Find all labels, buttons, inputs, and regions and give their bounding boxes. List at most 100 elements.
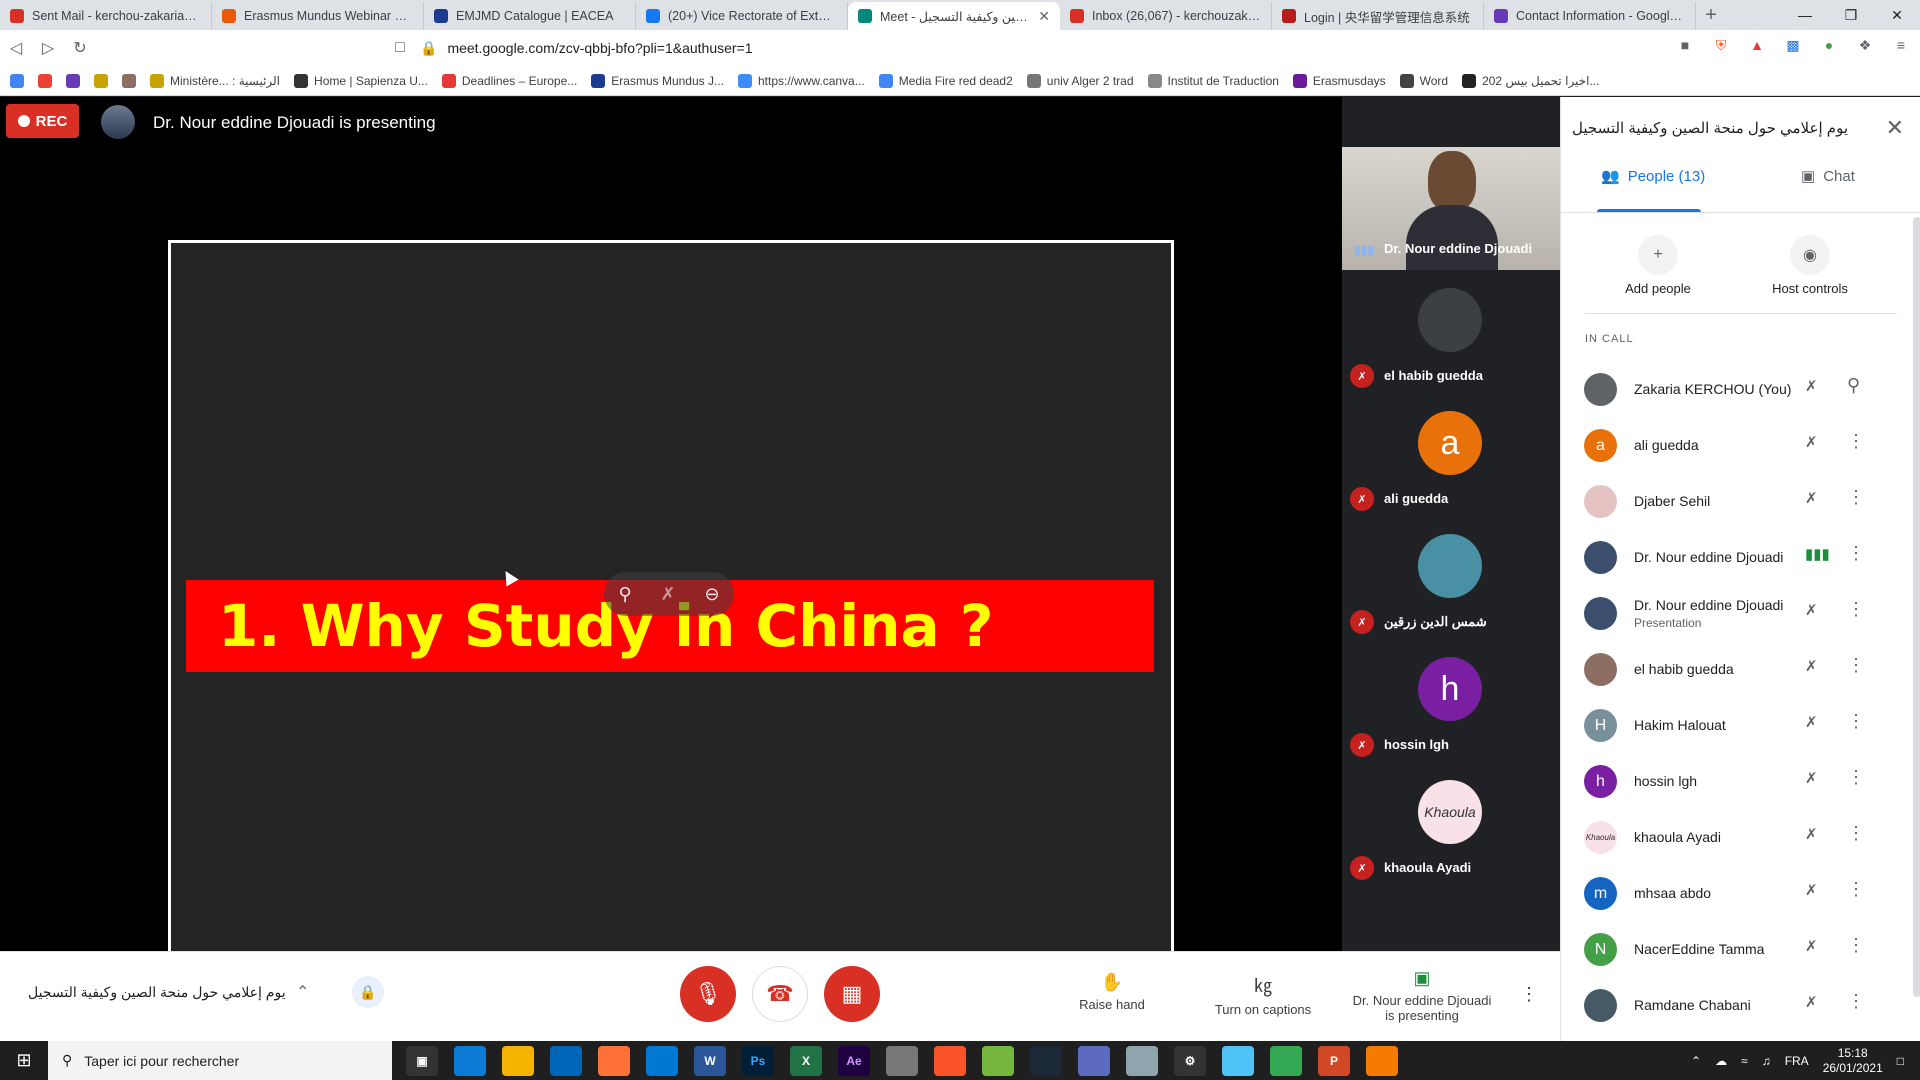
close-icon[interactable]: ✕ xyxy=(1886,115,1904,141)
google-icon[interactable] xyxy=(10,73,24,88)
participant-row[interactable]: Ramdane Chabani ✗ ⋮ xyxy=(1561,977,1891,1033)
bookmark-icon[interactable]: □ xyxy=(384,32,416,64)
camera-blocked-icon[interactable]: ■ xyxy=(1674,34,1696,56)
address-bar[interactable]: 🔒 meet.google.com/zcv-qbbj-bfo?pli=1&aut… xyxy=(420,34,1492,62)
app5-icon[interactable] xyxy=(1366,1045,1398,1076)
mic-muted-icon[interactable]: ✗ xyxy=(1805,937,1818,955)
utorrent-icon[interactable] xyxy=(982,1045,1014,1076)
browser-tab[interactable]: Sent Mail - kerchou-zakaria@uni xyxy=(0,2,212,30)
browser-tab[interactable]: (20+) Vice Rectorate of External R xyxy=(636,2,848,30)
more-vert-icon[interactable]: ⋮ xyxy=(1847,431,1865,452)
tab-people[interactable]: 👥 People (13) xyxy=(1601,167,1705,186)
more-vert-icon[interactable]: ⋮ xyxy=(1847,487,1865,508)
more-vert-icon[interactable]: ⋮ xyxy=(1847,879,1865,900)
raise-hand-button[interactable]: ✋ Raise hand xyxy=(1042,972,1182,1012)
more-vert-icon[interactable]: ⋮ xyxy=(1847,823,1865,844)
remove-icon[interactable]: ⊖ xyxy=(704,584,719,605)
photoshop-icon[interactable]: Ps xyxy=(742,1045,774,1076)
mic-muted-icon[interactable]: ✗ xyxy=(1805,377,1818,395)
browser-tab[interactable]: Meet - يوم إعلامي حول منحة الصين وكيفية … xyxy=(848,2,1060,30)
presenting-button[interactable]: ▣ Dr. Nour eddine Djouadi is presenting xyxy=(1352,968,1492,1023)
participant-row[interactable]: Djaber Sehil ✗ ⋮ xyxy=(1561,473,1891,529)
notifications-icon[interactable]: □ xyxy=(1897,1054,1904,1068)
extension-icon[interactable]: ● xyxy=(1818,34,1840,56)
store-icon[interactable] xyxy=(550,1045,582,1076)
cloud-icon[interactable]: ☁ xyxy=(1715,1054,1727,1068)
more-vert-icon[interactable]: ⋮ xyxy=(1847,711,1865,732)
participant-row[interactable]: el habib guedda ✗ ⋮ xyxy=(1561,641,1891,697)
bookmark-misc-icon[interactable] xyxy=(94,73,108,88)
brave-shield-icon[interactable]: ⛨ xyxy=(1710,34,1732,56)
browser-tab[interactable]: Login | 央华留学管理信息系统 xyxy=(1272,2,1484,30)
participant-row[interactable]: Dr. Nour eddine Djouadi Presentation ✗ ⋮ xyxy=(1561,585,1891,641)
settings-icon[interactable]: ⚙ xyxy=(1174,1045,1206,1076)
brave-rewards-icon[interactable]: ▲ xyxy=(1746,34,1768,56)
excel-icon[interactable]: X xyxy=(790,1045,822,1076)
close-window-icon[interactable]: ✕ xyxy=(1874,0,1920,30)
forms-icon[interactable] xyxy=(66,73,80,88)
pin-icon[interactable]: ⚲ xyxy=(1847,375,1860,396)
browser-tab[interactable]: Contact Information - Google For xyxy=(1484,2,1696,30)
mic-muted-icon[interactable]: ✗ xyxy=(1805,825,1818,843)
mic-muted-icon[interactable]: ✗ xyxy=(1805,601,1818,619)
participant-row[interactable]: N NacerEddine Tamma ✗ ⋮ xyxy=(1561,921,1891,977)
add-people-button[interactable]: + Add people xyxy=(1603,235,1713,296)
tab-close-icon[interactable]: ✕ xyxy=(1038,8,1050,25)
security-shield-icon[interactable]: 🔒 xyxy=(352,976,384,1008)
task-view-icon[interactable]: ▣ xyxy=(406,1045,438,1076)
participant-tile[interactable]: ✗ شمس الدين زرقين xyxy=(1342,534,1560,657)
app2-icon[interactable] xyxy=(1078,1045,1110,1076)
menu-icon[interactable]: ≡ xyxy=(1890,34,1912,56)
leave-call-button[interactable]: ☎ xyxy=(752,966,808,1022)
presenter-video-tile[interactable]: ▮▮▮ Dr. Nour eddine Djouadi xyxy=(1342,147,1560,270)
more-vert-icon[interactable]: ⋮ xyxy=(1847,991,1865,1012)
participant-row[interactable]: Dr. Nour eddine Djouadi ▮▮▮ ⋮ xyxy=(1561,529,1891,585)
firefox-icon[interactable] xyxy=(598,1045,630,1076)
chevron-up-icon[interactable]: ⌃ xyxy=(296,982,309,1002)
bookmark-item[interactable]: Erasmusdays xyxy=(1292,73,1386,88)
participant-row[interactable]: H Hakim Halouat ✗ ⋮ xyxy=(1561,697,1891,753)
wifi-icon[interactable]: ≈ xyxy=(1741,1054,1748,1068)
captions-button[interactable]: ㎏ Turn on captions xyxy=(1193,972,1333,1017)
more-vert-icon[interactable]: ⋮ xyxy=(1847,543,1865,564)
app4-icon[interactable] xyxy=(1222,1045,1254,1076)
mic-muted-icon[interactable]: ✗ xyxy=(1805,657,1818,675)
participant-tile[interactable]: h ✗ hossin lgh xyxy=(1342,657,1560,780)
bookmark-item[interactable]: Home | Sapienza U... xyxy=(294,73,428,88)
more-vert-icon[interactable]: ⋮ xyxy=(1847,655,1865,676)
mic-muted-icon[interactable]: ✗ xyxy=(1805,769,1818,787)
clock[interactable]: 15:18 26/01/2021 xyxy=(1823,1046,1883,1076)
bookmark-item[interactable]: Institut de Traduction xyxy=(1147,73,1279,88)
app3-icon[interactable] xyxy=(1126,1045,1158,1076)
after-effects-icon[interactable]: Ae xyxy=(838,1045,870,1076)
panel-scrollbar[interactable] xyxy=(1913,217,1920,997)
browser-tab[interactable]: Inbox (26,067) - kerchouzakaria@ xyxy=(1060,2,1272,30)
brave-icon[interactable] xyxy=(934,1045,966,1076)
bookmark-item[interactable]: Deadlines – Europe... xyxy=(441,73,577,88)
mic-muted-icon[interactable]: ✗ xyxy=(1805,881,1818,899)
bookmark-item[interactable]: Media Fire red dead2 xyxy=(878,73,1013,88)
mail-icon[interactable] xyxy=(646,1045,678,1076)
bookmark-item[interactable]: univ Alger 2 trad xyxy=(1026,73,1134,88)
more-vert-icon[interactable]: ⋮ xyxy=(1847,935,1865,956)
pin-icon[interactable]: ⚲ xyxy=(618,584,631,605)
windows-start-icon[interactable]: ⊞ xyxy=(0,1041,48,1080)
restore-icon[interactable]: ❐ xyxy=(1828,0,1874,30)
taskbar-search[interactable]: ⚲ Taper ici pour rechercher xyxy=(48,1041,392,1080)
bookmark-item[interactable]: Ministère... : الرئيسية xyxy=(150,73,280,88)
participant-row[interactable]: a ali guedda ✗ ⋮ xyxy=(1561,417,1891,473)
mic-muted-icon[interactable]: ✗ xyxy=(1805,713,1818,731)
reload-icon[interactable]: ↻ xyxy=(64,32,96,64)
language-indicator[interactable]: FRA xyxy=(1785,1054,1809,1068)
volume-icon[interactable]: ♫ xyxy=(1762,1054,1771,1068)
new-tab-icon[interactable]: + xyxy=(1696,2,1726,30)
more-vert-icon[interactable]: ⋮ xyxy=(1847,767,1865,788)
puzzle-icon[interactable]: ❖ xyxy=(1854,34,1876,56)
browser-tab[interactable]: EMJMD Catalogue | EACEA xyxy=(424,2,636,30)
more-options-icon[interactable]: ⋮ xyxy=(1520,984,1538,1005)
participant-row[interactable]: h hossin lgh ✗ ⋮ xyxy=(1561,753,1891,809)
powerpoint-icon[interactable]: P xyxy=(1318,1045,1350,1076)
mic-muted-icon[interactable]: ✗ xyxy=(1805,489,1818,507)
participant-row[interactable]: m mhsaa abdo ✗ ⋮ xyxy=(1561,865,1891,921)
tab-chat[interactable]: ▣ Chat xyxy=(1801,167,1855,186)
